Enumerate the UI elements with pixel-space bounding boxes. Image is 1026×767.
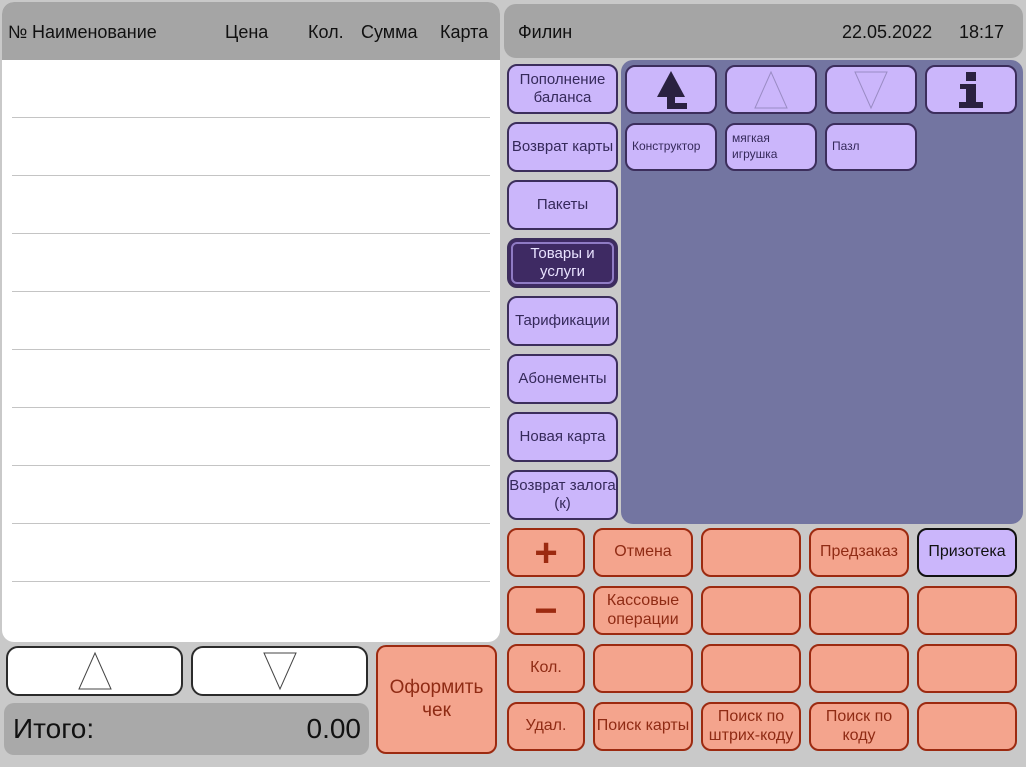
empty-action-button[interactable] bbox=[917, 702, 1017, 751]
category-new-card[interactable]: Новая карта bbox=[507, 412, 618, 462]
product-label: Пазл bbox=[832, 139, 860, 154]
button-label: Кол. bbox=[530, 659, 562, 677]
category-packages[interactable]: Пакеты bbox=[507, 180, 618, 230]
empty-action-button[interactable] bbox=[593, 644, 693, 693]
col-name: Наименование bbox=[32, 22, 157, 42]
page-up-button[interactable] bbox=[725, 65, 817, 114]
category-label: Новая карта bbox=[519, 428, 606, 445]
product-label: мягкая игрушка bbox=[732, 131, 778, 161]
preorder-button[interactable]: Предзаказ bbox=[809, 528, 909, 577]
cash-operations-button[interactable]: Кассовые операции bbox=[593, 586, 693, 635]
delete-button[interactable]: Удал. bbox=[507, 702, 585, 751]
empty-action-button[interactable] bbox=[701, 586, 801, 635]
empty-action-button[interactable] bbox=[701, 528, 801, 577]
total-label: Итого: bbox=[13, 713, 95, 744]
total-value: 0.00 bbox=[306, 713, 362, 744]
quantity-button[interactable]: Кол. bbox=[507, 644, 585, 693]
empty-action-button[interactable] bbox=[809, 644, 909, 693]
category-tariffs[interactable]: Тарификации bbox=[507, 296, 618, 346]
level-up-button[interactable] bbox=[625, 65, 717, 114]
col-sum: Сумма bbox=[361, 22, 418, 42]
category-subscriptions[interactable]: Абонементы bbox=[507, 354, 618, 404]
empty-action-button[interactable] bbox=[917, 586, 1017, 635]
receipt-panel: № Наименование Цена Кол. Сумма Карта bbox=[2, 2, 500, 642]
search-barcode-button[interactable]: Поиск по штрих-коду bbox=[701, 702, 801, 751]
category-card-return[interactable]: Возврат карты bbox=[507, 122, 618, 172]
table-row[interactable] bbox=[12, 234, 490, 292]
category-label: Пакеты bbox=[536, 196, 589, 213]
category-deposit-return[interactable]: Возврат залога (к) bbox=[507, 470, 618, 520]
col-card: Карта bbox=[440, 22, 489, 42]
prize-library-button[interactable]: Призотека bbox=[917, 528, 1017, 577]
product-item[interactable]: мягкая игрушка bbox=[725, 123, 817, 171]
button-label: Предзаказ bbox=[820, 543, 898, 561]
arrow-down-icon bbox=[854, 71, 888, 109]
empty-action-button[interactable] bbox=[809, 586, 909, 635]
button-label: Поиск по коду bbox=[825, 708, 893, 744]
cashier-name: Филин bbox=[518, 22, 573, 42]
header-bar: Филин 22.05.2022 18:17 bbox=[504, 4, 1023, 58]
product-label: Конструктор bbox=[632, 139, 701, 154]
checkout-button[interactable]: Оформить чек bbox=[376, 645, 497, 754]
table-row[interactable] bbox=[12, 292, 490, 350]
info-icon bbox=[959, 71, 983, 108]
total-bar: Итого: 0.00 bbox=[4, 703, 369, 755]
cancel-button[interactable]: Отмена bbox=[593, 528, 693, 577]
category-label: Возврат карты bbox=[511, 138, 614, 155]
table-row[interactable] bbox=[12, 408, 490, 466]
category-label: Пополнение баланса bbox=[519, 71, 606, 106]
current-time: 18:17 bbox=[959, 22, 1005, 42]
button-label: Отмена bbox=[614, 543, 672, 561]
tree-up-icon bbox=[657, 70, 687, 109]
checkout-label: Оформить чек bbox=[389, 676, 484, 721]
product-item[interactable]: Пазл bbox=[825, 123, 917, 171]
table-row[interactable] bbox=[12, 176, 490, 234]
receipt-rows bbox=[12, 60, 490, 582]
triangle-down-icon bbox=[262, 652, 297, 691]
info-button[interactable] bbox=[925, 65, 1017, 114]
empty-action-button[interactable] bbox=[917, 644, 1017, 693]
triangle-up-icon bbox=[77, 651, 112, 690]
category-label: Возврат залога (к) bbox=[509, 477, 616, 512]
receipt-scroll-up-button[interactable] bbox=[6, 646, 183, 696]
category-label: Товары и услуги bbox=[530, 245, 595, 280]
category-goods-services[interactable]: Товары и услуги bbox=[507, 238, 618, 288]
table-row[interactable] bbox=[12, 524, 490, 582]
button-label: Удал. bbox=[525, 717, 567, 735]
table-row[interactable] bbox=[12, 118, 490, 176]
col-number: № bbox=[8, 22, 28, 42]
minus-button[interactable]: − bbox=[507, 586, 585, 635]
arrow-up-icon bbox=[754, 70, 788, 108]
button-label: Поиск карты bbox=[596, 717, 690, 735]
current-date: 22.05.2022 bbox=[842, 22, 933, 42]
table-row[interactable] bbox=[12, 466, 490, 524]
search-code-button[interactable]: Поиск по коду bbox=[809, 702, 909, 751]
plus-button[interactable]: + bbox=[507, 528, 585, 577]
category-balance-topup[interactable]: Пополнение баланса bbox=[507, 64, 618, 114]
minus-icon: − bbox=[534, 588, 558, 633]
table-row[interactable] bbox=[12, 350, 490, 408]
receipt-scroll-down-button[interactable] bbox=[191, 646, 368, 696]
table-row[interactable] bbox=[12, 60, 490, 118]
button-label: Кассовые операции bbox=[606, 592, 680, 628]
search-card-button[interactable]: Поиск карты bbox=[593, 702, 693, 751]
page-down-button[interactable] bbox=[825, 65, 917, 114]
button-label: Призотека bbox=[928, 543, 1006, 561]
category-label: Абонементы bbox=[518, 370, 607, 387]
category-label: Тарификации bbox=[515, 312, 610, 329]
button-label: Поиск по штрих-коду bbox=[708, 708, 794, 744]
product-item[interactable]: Конструктор bbox=[625, 123, 717, 171]
empty-action-button[interactable] bbox=[701, 644, 801, 693]
receipt-header: № Наименование Цена Кол. Сумма Карта bbox=[2, 2, 500, 60]
plus-icon: + bbox=[534, 530, 558, 575]
col-price: Цена bbox=[225, 22, 269, 42]
col-qty: Кол. bbox=[308, 22, 344, 42]
